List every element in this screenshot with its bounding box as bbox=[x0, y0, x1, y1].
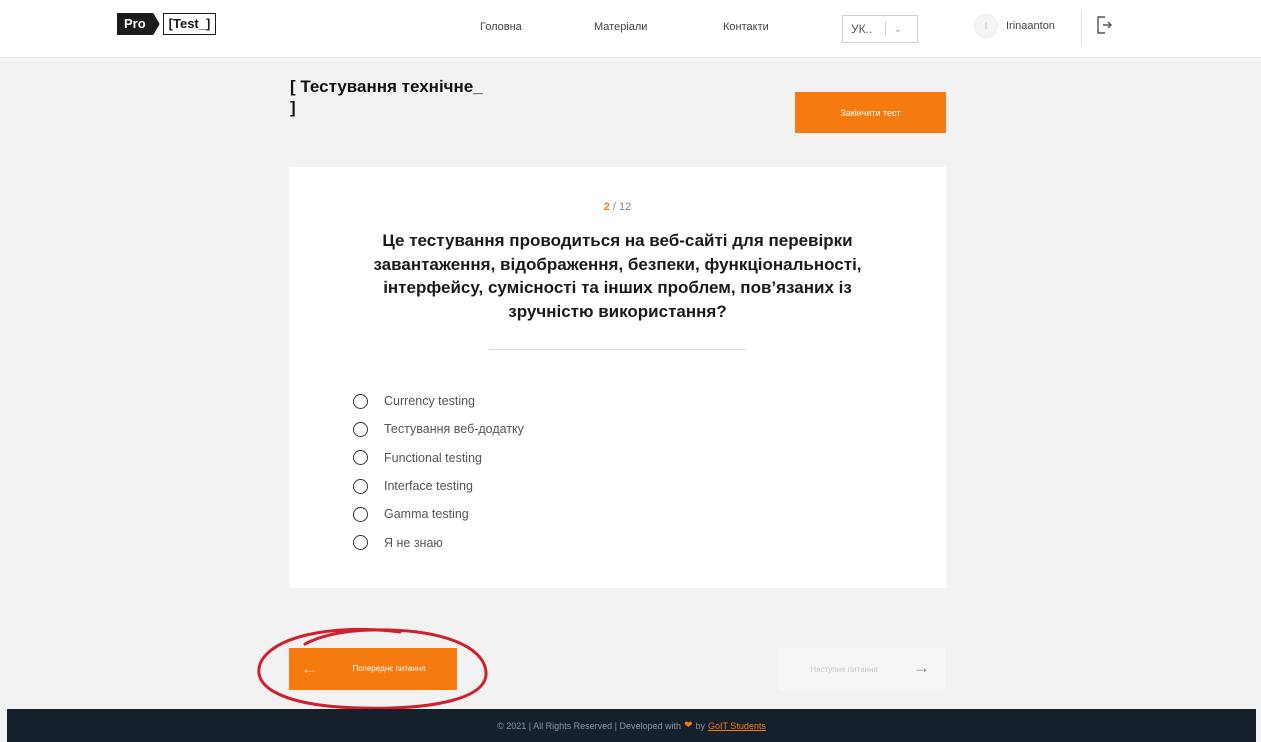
answer-option-6[interactable]: Я не знаю bbox=[353, 528, 524, 556]
next-question-button[interactable]: Наступне питання → bbox=[779, 648, 945, 690]
test-title: [ Тестування технічне_ ] bbox=[290, 77, 483, 117]
arrow-right-icon: → bbox=[913, 658, 930, 677]
answer-option-2[interactable]: Тестування веб-додатку bbox=[353, 415, 524, 443]
radio-button[interactable] bbox=[353, 393, 368, 409]
site-logo[interactable]: Pro [Test_] bbox=[117, 13, 217, 35]
answer-label: Functional testing bbox=[384, 450, 482, 465]
answer-label: Interface testing bbox=[384, 479, 473, 494]
radio-button[interactable] bbox=[353, 421, 368, 437]
next-question-label: Наступне питання bbox=[810, 664, 878, 674]
answer-label: Тестування веб-додатку bbox=[384, 422, 524, 437]
answer-label: Я не знаю bbox=[384, 535, 443, 550]
language-value: УК.. bbox=[851, 22, 873, 36]
avatar[interactable]: I bbox=[974, 14, 998, 38]
radio-button[interactable] bbox=[353, 478, 368, 494]
answer-label: Gamma testing bbox=[384, 507, 469, 522]
question-card: 2 / 12 Це тестування проводиться на веб-… bbox=[289, 167, 946, 588]
answer-option-1[interactable]: Currency testing bbox=[353, 387, 524, 415]
top-header: Pro [Test_] Головна Матеріали Контакти У… bbox=[0, 0, 1261, 58]
footer-text: © 2021 | All Rights Reserved | Developed… bbox=[497, 720, 682, 731]
footer-link[interactable]: GoIT Students bbox=[708, 721, 766, 731]
question-counter: 2 / 12 bbox=[289, 201, 946, 213]
nav-materials[interactable]: Матеріали bbox=[594, 21, 647, 33]
radio-button[interactable] bbox=[353, 535, 368, 551]
answer-options: Currency testing Тестування веб-додатку … bbox=[353, 387, 524, 557]
previous-question-button[interactable]: ← Попереднє питання bbox=[289, 648, 457, 690]
chevron-down-icon: ⌄ bbox=[894, 23, 902, 34]
current-question-number: 2 bbox=[603, 201, 610, 213]
arrow-left-icon: ← bbox=[301, 659, 318, 678]
nav-home[interactable]: Головна bbox=[480, 21, 522, 33]
footer-by: by bbox=[695, 720, 705, 731]
question-divider bbox=[489, 349, 746, 350]
logo-pro: Pro bbox=[117, 13, 160, 35]
logo-test: [Test_] bbox=[162, 13, 217, 35]
header-divider bbox=[1081, 10, 1082, 46]
logout-icon[interactable] bbox=[1096, 16, 1112, 34]
heart-icon: ❤ bbox=[684, 720, 693, 731]
answer-option-5[interactable]: Gamma testing bbox=[353, 500, 524, 528]
radio-button[interactable] bbox=[353, 506, 368, 522]
total-questions: / 12 bbox=[612, 201, 632, 213]
radio-button[interactable] bbox=[353, 450, 368, 466]
previous-question-label: Попереднє питання bbox=[352, 664, 426, 673]
username[interactable]: Irinaanton bbox=[1006, 20, 1055, 32]
answer-option-3[interactable]: Functional testing bbox=[353, 444, 524, 472]
nav-contacts[interactable]: Контакти bbox=[723, 21, 769, 33]
footer: © 2021 | All Rights Reserved | Developed… bbox=[7, 709, 1256, 742]
language-select[interactable]: УК.. ⌄ bbox=[842, 15, 918, 43]
answer-option-4[interactable]: Interface testing bbox=[353, 472, 524, 500]
finish-test-button[interactable]: Закінчити тест bbox=[795, 92, 946, 133]
answer-label: Currency testing bbox=[384, 394, 476, 409]
language-separator bbox=[885, 22, 886, 36]
question-text: Це тестування проводиться на веб-сайті д… bbox=[373, 231, 862, 321]
